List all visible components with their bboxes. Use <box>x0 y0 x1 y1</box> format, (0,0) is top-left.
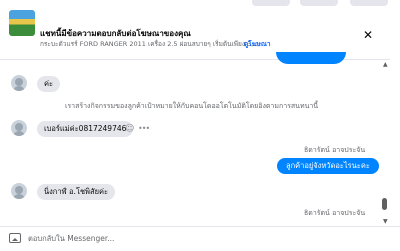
toolbar-button[interactable] <box>300 0 338 6</box>
toolbar-button[interactable] <box>350 0 388 6</box>
toolbar-button[interactable] <box>252 0 290 6</box>
scrollbar-thumb[interactable] <box>382 198 387 210</box>
view-ad-link[interactable]: ดูโฆษณา <box>244 39 271 49</box>
avatar[interactable] <box>11 120 27 136</box>
avatar[interactable] <box>11 183 27 199</box>
close-icon[interactable]: ✕ <box>361 28 375 42</box>
received-message-bubble[interactable]: ค่ะ <box>37 76 61 92</box>
ad-thumbnail[interactable] <box>9 10 35 36</box>
received-message-bubble[interactable]: เบอร์แม่ค่ะ0817249746 <box>37 121 134 137</box>
image-icon[interactable] <box>9 233 21 243</box>
sent-message-bubble[interactable]: ลูกค้าอยู่จังหวัดอะไรนะคะ <box>277 158 379 174</box>
more-icon[interactable]: ••• <box>138 124 150 134</box>
scroll-up-arrow[interactable]: ▲ <box>383 61 388 68</box>
sender-name: ธิดารัตน์ อาจประจัน <box>304 209 366 217</box>
sender-name: ธิดารัตน์ อาจประจัน <box>304 146 366 154</box>
received-message-bubble[interactable]: นิ่งกาฬ์ อ.โชพิสัยค่ะ <box>37 184 116 200</box>
top-toolbar <box>0 0 400 12</box>
smiley-icon[interactable]: ☺ <box>125 124 134 134</box>
sent-message-bubble[interactable] <box>276 52 346 64</box>
message-input[interactable] <box>28 231 368 245</box>
scroll-down-arrow[interactable]: ▼ <box>383 218 388 225</box>
avatar[interactable] <box>11 75 27 91</box>
ad-card-subtitle: กระบะตัวแรร์ FORD RANGER 2011 เครื่อง 2.… <box>40 40 260 48</box>
system-note: เราสร้างกิจกรรมของลูกค้าเป้าหมายให้กับคอ… <box>65 102 319 110</box>
